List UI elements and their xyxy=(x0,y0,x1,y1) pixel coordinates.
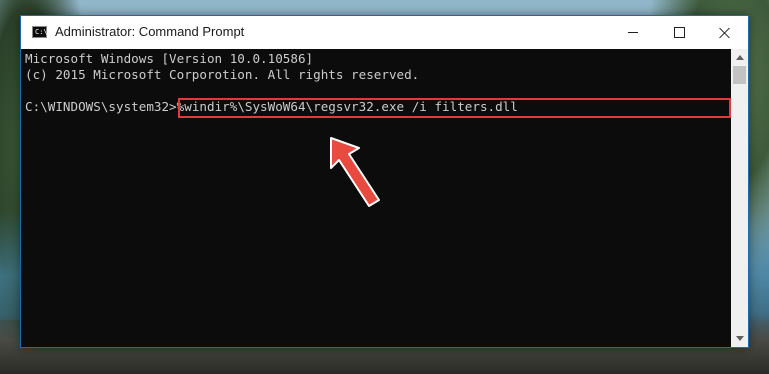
console-line-copyright: (c) 2015 Microsoft Corporotion. All righ… xyxy=(25,67,420,82)
cmd-icon-glyph: C:\ xyxy=(35,28,48,36)
vertical-scrollbar[interactable] xyxy=(731,49,748,347)
console-prompt: C:\WINDOWS\system32> xyxy=(25,99,177,114)
console-line-version: Microsoft Windows [Version 10.0.10586] xyxy=(25,51,314,66)
scroll-up-icon xyxy=(735,55,744,60)
window-title: Administrator: Command Prompt xyxy=(55,24,245,39)
close-icon xyxy=(719,27,731,39)
annotation-arrow-icon xyxy=(330,137,380,207)
maximize-button[interactable] xyxy=(656,16,702,49)
scroll-down-button[interactable] xyxy=(731,330,748,347)
minimize-button[interactable] xyxy=(610,16,656,49)
cmd-icon[interactable]: C:\ xyxy=(32,26,48,38)
maximize-icon xyxy=(673,27,685,38)
command-highlight-box xyxy=(178,98,731,118)
close-button[interactable] xyxy=(702,16,748,49)
minimize-icon xyxy=(628,32,638,33)
scroll-down-icon xyxy=(735,336,744,341)
scroll-thumb[interactable] xyxy=(733,66,746,84)
title-bar[interactable]: C:\ Administrator: Command Prompt xyxy=(21,16,748,49)
scroll-up-button[interactable] xyxy=(731,49,748,66)
